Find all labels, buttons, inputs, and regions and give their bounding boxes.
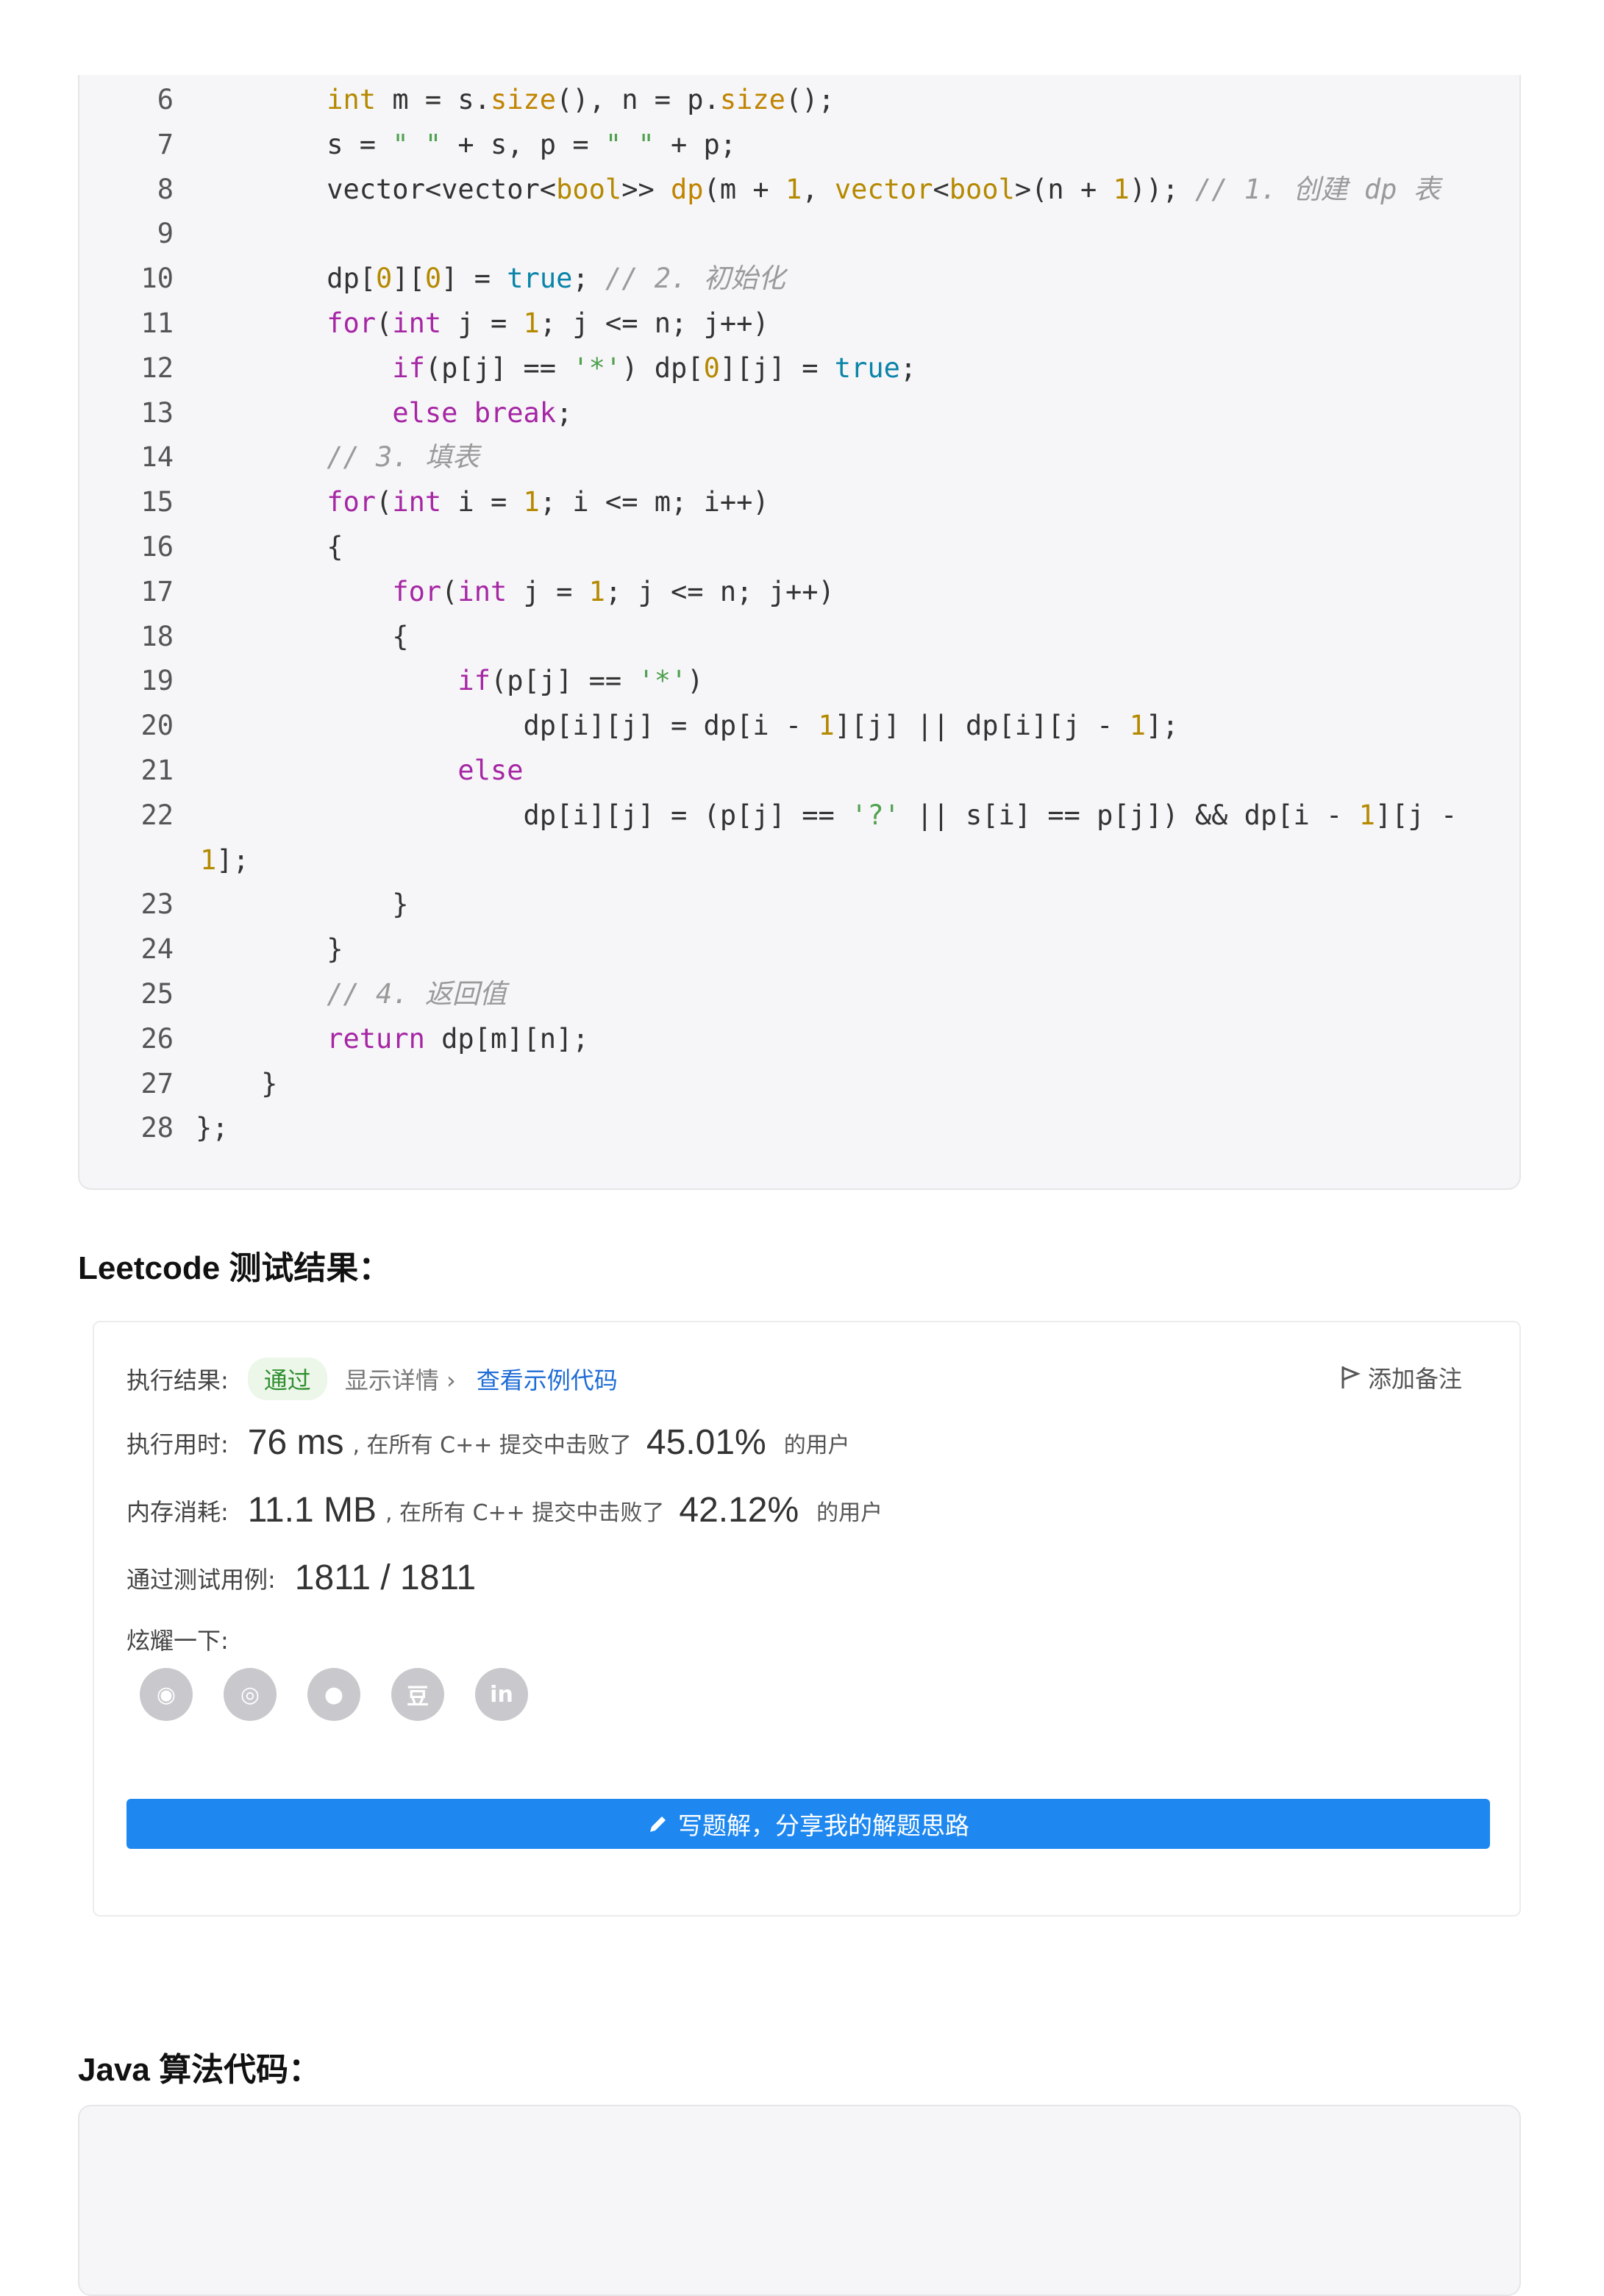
- code-text: else break;: [392, 396, 573, 429]
- douban-icon[interactable]: 豆: [391, 1668, 444, 1721]
- status-badge: 通过: [247, 1358, 327, 1400]
- code-text: }: [196, 888, 409, 921]
- line-number: 7: [157, 128, 174, 160]
- leetcode-result-card: 执行结果: 通过 显示详情 › 查看示例代码 添加备注 执行用时: 76 ms …: [93, 1321, 1521, 1917]
- code-text: {: [196, 531, 343, 563]
- line-number: 8: [157, 173, 174, 205]
- java-code-heading: Java 算法代码：: [78, 2052, 321, 2088]
- memory-percentile: 42.12%: [679, 1491, 799, 1530]
- line-number: 21: [140, 755, 174, 786]
- line-number: 27: [140, 1067, 174, 1099]
- line-number: 28: [140, 1112, 174, 1144]
- memory-row: 内存消耗: 11.1 MB , 在所有 C++ 提交中击败了 42.12% 的用…: [126, 1490, 883, 1530]
- memory-suffix: 的用户: [816, 1500, 883, 1526]
- line-number: 9: [157, 218, 174, 250]
- add-note-button[interactable]: 添加备注: [1340, 1361, 1462, 1394]
- code-text: else: [457, 755, 524, 786]
- line-number: 14: [140, 441, 174, 474]
- code-text: dp[i][j] = dp[i - 1][j] || dp[i][j - 1];: [196, 710, 1179, 742]
- flag-icon: [1341, 1366, 1361, 1388]
- code-text: for(int i = 1; i <= m; i++): [327, 486, 769, 518]
- code-text: 1];: [200, 844, 249, 876]
- wechat-icon[interactable]: ◉: [140, 1668, 193, 1721]
- line-number: 6: [157, 84, 174, 115]
- code-text: {: [196, 620, 409, 652]
- weibo-icon[interactable]: ◎: [224, 1668, 277, 1721]
- line-number: 10: [140, 263, 174, 295]
- code-text: if(p[j] == '*'): [457, 665, 704, 697]
- leetcode-results-heading: Leetcode 测试结果：: [78, 1250, 391, 1286]
- cpp-code-block: 6 int m = s.size(), n = p.size(); 7 s = "…: [78, 75, 1521, 1190]
- code-text: dp[0][0] = true; // 2. 初始化: [196, 263, 785, 295]
- line-number: 24: [140, 933, 174, 966]
- line-number: 25: [140, 978, 174, 1010]
- linkedin-icon[interactable]: in: [475, 1668, 528, 1721]
- code-text: return dp[m][n];: [327, 1022, 589, 1055]
- line-number: 16: [140, 531, 174, 563]
- exec-result-row: 执行结果: 通过 显示详情 › 查看示例代码: [126, 1358, 618, 1400]
- runtime-percentile: 45.01%: [646, 1423, 766, 1462]
- code-text: if(p[j] == '*') dp[0][j] = true;: [392, 352, 917, 384]
- line-number: 23: [140, 888, 174, 921]
- memory-label: 内存消耗:: [126, 1497, 229, 1526]
- exec-result-label: 执行结果:: [126, 1366, 229, 1394]
- line-number: 12: [140, 352, 174, 384]
- pencil-icon: [650, 1817, 666, 1832]
- runtime-label: 执行用时:: [126, 1430, 229, 1458]
- share-row: 炫耀一下:: [126, 1622, 229, 1656]
- code-text: dp[i][j] = (p[j] == '?' || s[i] == p[j])…: [196, 799, 1458, 831]
- line-number: 11: [140, 307, 174, 339]
- qq-icon[interactable]: ●: [307, 1668, 360, 1721]
- runtime-value: 76 ms: [247, 1423, 344, 1462]
- write-solution-button[interactable]: 写题解，分享我的解题思路: [126, 1799, 1490, 1849]
- line-number: 26: [140, 1022, 174, 1055]
- code-text: vector<vector<bool>> dp(m + 1, vector<bo…: [196, 173, 1441, 205]
- show-details-link[interactable]: 显示详情 ›: [345, 1362, 456, 1396]
- java-code-block: [78, 2105, 1521, 2296]
- code-text: for(int j = 1; j <= n; j++): [327, 307, 769, 339]
- runtime-suffix: 的用户: [783, 1432, 850, 1458]
- test-cases-value: 1811 / 1811: [294, 1558, 477, 1597]
- runtime-row: 执行用时: 76 ms , 在所有 C++ 提交中击败了 45.01% 的用户: [126, 1422, 850, 1463]
- code-text: s = " " + s, p = " " + p;: [196, 128, 737, 160]
- code-text: }: [196, 933, 343, 966]
- code-text: // 3. 填表: [327, 441, 480, 474]
- view-example-code-link[interactable]: 查看示例代码: [477, 1362, 618, 1396]
- runtime-beat-text: , 在所有 C++ 提交中击败了: [352, 1432, 632, 1458]
- line-number: 19: [140, 665, 174, 697]
- line-number: 17: [140, 575, 174, 607]
- test-cases-row: 通过测试用例: 1811 / 1811: [126, 1558, 476, 1598]
- line-number: 20: [140, 710, 174, 742]
- line-number: 22: [140, 799, 174, 831]
- code-text: for(int j = 1; j <= n; j++): [392, 575, 835, 607]
- share-label: 炫耀一下:: [126, 1627, 229, 1655]
- code-text: int m = s.size(), n = p.size();: [327, 84, 835, 115]
- write-solution-label: 写题解，分享我的解题思路: [678, 1811, 969, 1840]
- memory-value: 11.1 MB: [247, 1491, 377, 1530]
- add-note-label: 添加备注: [1367, 1365, 1462, 1393]
- code-text: // 4. 返回值: [327, 978, 507, 1010]
- code-text: };: [196, 1112, 229, 1144]
- memory-beat-text: , 在所有 C++ 提交中击败了: [385, 1500, 665, 1526]
- test-cases-label: 通过测试用例:: [126, 1565, 276, 1594]
- line-number: 18: [140, 620, 174, 652]
- line-number: 13: [140, 396, 174, 429]
- code-text: }: [196, 1067, 278, 1099]
- line-number: 15: [140, 486, 174, 518]
